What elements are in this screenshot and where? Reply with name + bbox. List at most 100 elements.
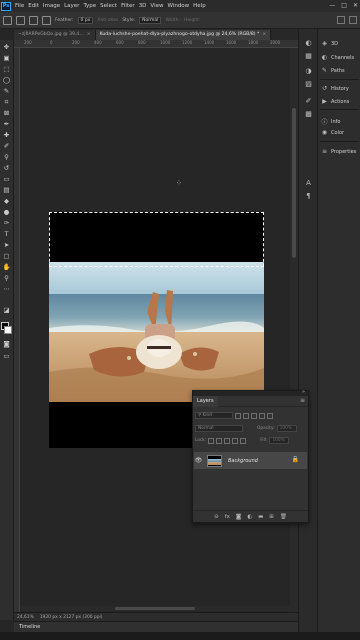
vertical-scrollbar[interactable] [290,48,298,612]
crop-tool-icon[interactable]: ⌗ [2,98,11,106]
zoom-level[interactable]: 24,61% [17,615,34,620]
pen-tool-icon[interactable]: ✑ [2,219,11,227]
document-info[interactable]: 1920 px x 2127 px (300 ppi) [40,615,103,620]
menu-view[interactable]: View [148,3,165,9]
new-group-icon[interactable]: ▬ [258,514,263,520]
paragraph-icon[interactable]: ¶ [304,192,313,201]
menu-edit[interactable]: Edit [26,3,41,9]
quick-mask-icon[interactable]: ◙ [2,340,11,348]
tab-document-2[interactable]: Kuda-luchshe-poehat-dlya-plyazhnogo-otdy… [95,30,272,40]
panel-properties[interactable]: ≡ Properties [321,148,356,155]
frame-tool-icon[interactable]: ⊠ [2,109,11,117]
menu-layer[interactable]: Layer [62,3,81,9]
type-tool-icon[interactable]: T [2,230,11,238]
panel-info[interactable]: ⓘ Info [321,117,340,127]
blur-tool-icon[interactable]: ◆ [2,197,11,205]
new-layer-icon[interactable]: ⊞ [269,514,274,520]
filter-shape-icon[interactable] [259,412,265,419]
menu-type[interactable]: Type [81,3,98,9]
adjustments-icon[interactable]: ◑ [304,67,313,76]
canvas-area[interactable]: ⁘ [20,48,290,612]
libraries-icon[interactable]: ▦ [304,52,313,61]
search-icon[interactable] [349,16,357,24]
panel-history[interactable]: ↺ History [321,85,349,92]
brushes-icon[interactable]: ✐ [304,97,313,106]
panel-menu-icon[interactable]: ≡ [300,397,305,404]
menu-filter[interactable]: Filter [119,3,137,9]
subtract-selection-icon[interactable] [42,15,51,25]
marquee-tool-preset-icon[interactable] [3,15,12,25]
fill-input[interactable]: 100% [269,437,290,444]
lock-transparent-icon[interactable] [208,437,215,444]
lock-all-icon[interactable] [240,437,247,444]
adjustment-layer-icon[interactable]: ◐ [247,514,252,520]
character-icon[interactable]: A [304,179,313,188]
workspace-icon[interactable] [337,16,345,24]
menu-window[interactable]: Window [165,3,191,9]
feather-input[interactable]: 0 px [77,16,94,24]
close-icon[interactable]: ✕ [353,2,358,9]
lock-pixels-icon[interactable] [216,437,223,444]
shape-tool-icon[interactable]: ▢ [2,252,11,260]
anti-alias-checkbox[interactable]: Anti-alias [97,18,118,23]
layer-row-background[interactable]: 👁 Background 🔒 [194,452,307,469]
style-select[interactable]: Normal [139,16,162,24]
styles-icon[interactable]: ▨ [304,80,313,89]
panel-channels[interactable]: ◐ Channels [321,54,354,61]
brush-tool-icon[interactable]: ✐ [2,142,11,150]
zoom-tool-icon[interactable]: ⚲ [2,274,11,282]
lock-position-icon[interactable] [224,437,231,444]
layer-name[interactable]: Background [228,458,258,464]
menu-image[interactable]: Image [41,3,62,9]
link-layers-icon[interactable]: ⊝ [214,514,219,520]
clone-stamp-tool-icon[interactable]: ⚲ [2,153,11,161]
panel-paths[interactable]: ✎ Paths [321,67,345,74]
artboard-tool-icon[interactable]: ▣ [2,54,11,62]
tab-layers[interactable]: Layers [193,396,218,407]
horizontal-scrollbar[interactable] [20,606,290,611]
blend-mode-select[interactable]: Normal [195,425,243,432]
timeline-tab[interactable]: Timeline [19,624,40,630]
learn-icon[interactable]: ◐ [304,39,313,48]
filter-adjustment-icon[interactable] [243,412,249,419]
screen-mode-icon[interactable]: ▭ [2,352,11,360]
history-brush-tool-icon[interactable]: ↺ [2,164,11,172]
menu-3d[interactable]: 3D [137,3,149,9]
filter-pixel-icon[interactable] [235,412,241,419]
maximize-icon[interactable]: □ [341,2,347,9]
add-selection-icon[interactable] [29,15,38,25]
new-selection-icon[interactable] [16,15,25,25]
collapse-icon[interactable]: » [302,389,305,395]
eyedropper-tool-icon[interactable]: ✒ [2,120,11,128]
layer-kind-filter[interactable]: ⚲ Kind [195,412,233,419]
menu-select[interactable]: Select [98,3,119,9]
move-tool-icon[interactable]: ✥ [2,43,11,51]
marquee-tool-icon[interactable]: ⬚ [2,65,11,73]
filter-smart-object-icon[interactable] [267,412,273,419]
quick-selection-tool-icon[interactable]: ✎ [2,87,11,95]
panel-actions[interactable]: ▶ Actions [321,98,349,105]
layer-style-icon[interactable]: fx [225,514,230,520]
default-colors-icon[interactable]: ◪ [2,306,11,314]
panel-color[interactable]: ◉ Color [321,129,344,136]
more-tools-icon[interactable]: ⋯ [2,285,11,293]
panel-3d[interactable]: ◈ 3D [321,40,338,47]
dodge-tool-icon[interactable]: ● [2,208,11,216]
filter-type-icon[interactable] [251,412,257,419]
healing-brush-tool-icon[interactable]: ✚ [2,131,11,139]
scroll-thumb[interactable] [292,108,296,258]
opacity-input[interactable]: 100% [276,425,297,432]
eye-icon[interactable]: 👁 [194,457,203,464]
eraser-tool-icon[interactable]: ▭ [2,175,11,183]
gradient-tool-icon[interactable]: ▤ [2,186,11,194]
swatches-icon[interactable]: ▩ [304,110,313,119]
hand-tool-icon[interactable]: ✋ [2,263,11,271]
minimize-icon[interactable]: — [329,2,335,9]
lock-artboard-icon[interactable] [232,437,239,444]
delete-layer-icon[interactable]: 🗑 [280,514,287,520]
menu-file[interactable]: File [13,3,26,9]
tab-document-1[interactable]: ~zjfiARPeGbQo.jpg @ 39,4... × [14,30,96,40]
tab-close-icon[interactable]: × [87,32,91,37]
lasso-tool-icon[interactable]: ◯ [2,76,11,84]
background-color-swatch[interactable] [4,326,12,334]
